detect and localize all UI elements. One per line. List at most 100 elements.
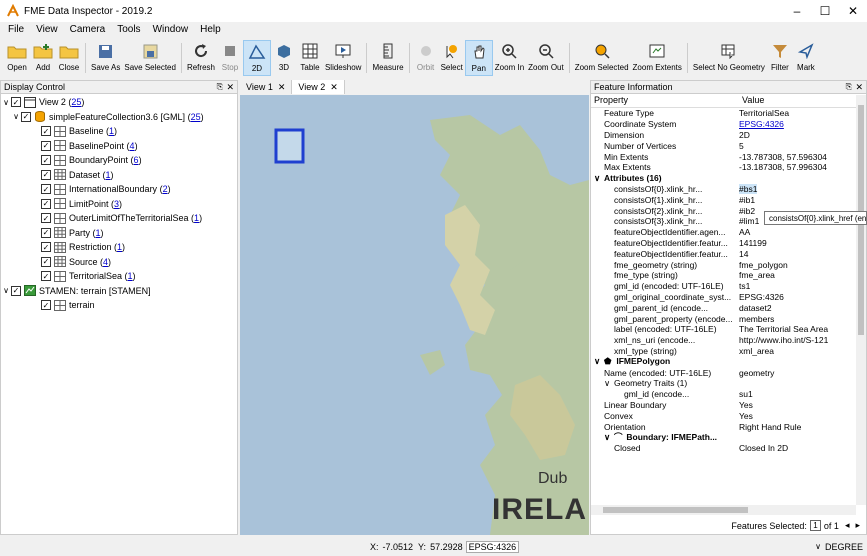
zoom-selected-button[interactable]: Zoom Selected bbox=[573, 40, 631, 76]
collection-count[interactable]: 25 bbox=[191, 112, 201, 122]
feature-property-row[interactable]: Number of Vertices 5 bbox=[591, 140, 856, 151]
menu-file[interactable]: File bbox=[8, 24, 24, 38]
feature-property-row[interactable]: label (encoded: UTF-16LE) The Territorial… bbox=[591, 324, 856, 335]
feature-property-row[interactable]: Convex Yes bbox=[591, 410, 856, 421]
unit-dropdown-icon[interactable]: ∨ bbox=[815, 542, 821, 551]
property-value[interactable]: EPSG:4326 bbox=[739, 119, 784, 129]
feature-property-row[interactable]: gml_parent_id (encode... dataset2 bbox=[591, 302, 856, 313]
pan-button[interactable]: Pan bbox=[464, 40, 493, 76]
menu-window[interactable]: Window bbox=[153, 24, 189, 38]
crs-field[interactable]: EPSG:4326 bbox=[465, 540, 520, 553]
page-input[interactable]: 1 bbox=[809, 520, 821, 531]
layer-item[interactable]: ✓ LimitPoint (3) bbox=[1, 197, 237, 212]
tab-view-1[interactable]: View 1 ✕ bbox=[240, 80, 293, 94]
refresh-button[interactable]: Refresh bbox=[185, 40, 217, 76]
layer-item[interactable]: ✓ Dataset (1) bbox=[1, 168, 237, 183]
select-no-geometry-button[interactable]: Select No Geometry bbox=[691, 40, 767, 76]
feature-property-row[interactable]: Name (encoded: UTF-16LE) geometry bbox=[591, 367, 856, 378]
expand-chevron-icon[interactable]: ∨ bbox=[1, 286, 11, 295]
feature-property-row[interactable]: gml_id (encoded: UTF-16LE) ts1 bbox=[591, 281, 856, 292]
measure-button[interactable]: Measure bbox=[370, 40, 405, 76]
tree-view-node[interactable]: ∨ ✓ View 2 (25) bbox=[1, 95, 237, 110]
open-button[interactable]: Open bbox=[4, 40, 30, 76]
close-dataset-button[interactable]: Close bbox=[56, 40, 82, 76]
2d-button[interactable]: 2D bbox=[242, 40, 271, 76]
layer-item[interactable]: ✓ OuterLimitOfTheTerritorialSea (1) bbox=[1, 211, 237, 226]
checkbox[interactable]: ✓ bbox=[11, 285, 21, 296]
feature-property-row[interactable]: xml_ns_uri (encode... http://www.iho.int/… bbox=[591, 335, 856, 346]
pin-icon[interactable]: ⎘ bbox=[217, 82, 223, 92]
checkbox[interactable]: ✓ bbox=[41, 227, 51, 238]
vertical-scrollbar[interactable] bbox=[856, 95, 866, 505]
mark-button[interactable]: Mark bbox=[793, 40, 819, 76]
feature-property-row[interactable]: Orientation Right Hand Rule bbox=[591, 421, 856, 432]
checkbox[interactable]: ✓ bbox=[41, 300, 51, 311]
expand-chevron-icon[interactable]: ∨ bbox=[604, 432, 614, 443]
feature-property-row[interactable]: Feature Type TerritorialSea bbox=[591, 108, 856, 119]
maximize-button[interactable]: ☐ bbox=[811, 0, 839, 22]
feature-property-row[interactable]: fme_type (string) fme_area bbox=[591, 270, 856, 281]
feature-property-row[interactable]: consistsOf{0}.xlink_hr... #bs1 bbox=[591, 183, 856, 195]
checkbox[interactable]: ✓ bbox=[41, 198, 51, 209]
zoom-out-button[interactable]: Zoom Out bbox=[526, 40, 566, 76]
close-tab-icon[interactable]: ✕ bbox=[330, 82, 338, 93]
tree-terrain-node[interactable]: ✓ terrain bbox=[1, 298, 237, 313]
expand-chevron-icon[interactable]: ∨ bbox=[604, 378, 614, 389]
zoom-in-button[interactable]: Zoom In bbox=[493, 40, 526, 76]
tab-view-2[interactable]: View 2 ✕ bbox=[292, 80, 345, 94]
feature-property-row[interactable]: Min Extents -13.787308, 57.596304 bbox=[591, 151, 856, 162]
layer-item[interactable]: ✓ Party (1) bbox=[1, 226, 237, 241]
checkbox[interactable]: ✓ bbox=[41, 155, 51, 166]
layer-item[interactable]: ✓ InternationalBoundary (2) bbox=[1, 182, 237, 197]
feature-property-row[interactable]: Coordinate System EPSG:4326 bbox=[591, 119, 856, 130]
view-count[interactable]: 25 bbox=[71, 97, 81, 107]
checkbox[interactable]: ✓ bbox=[41, 256, 51, 267]
orbit-button[interactable]: Orbit bbox=[413, 40, 439, 76]
feature-property-row[interactable]: featureObjectIdentifier.agen... AA bbox=[591, 227, 856, 238]
3d-button[interactable]: 3D bbox=[271, 40, 297, 76]
checkbox[interactable]: ✓ bbox=[41, 140, 51, 151]
feature-property-row[interactable]: fme_geometry (string) fme_polygon bbox=[591, 259, 856, 270]
checkbox[interactable]: ✓ bbox=[41, 184, 51, 195]
feature-property-row[interactable]: featureObjectIdentifier.featur... 14 bbox=[591, 248, 856, 259]
feature-property-row[interactable]: featureObjectIdentifier.featur... 141199 bbox=[591, 238, 856, 249]
tree-basemap-node[interactable]: ∨ ✓ STAMEN: terrain [STAMEN] bbox=[1, 284, 237, 299]
feature-property-row[interactable]: xml_type (string) xml_area bbox=[591, 346, 856, 357]
feature-property-row[interactable]: consistsOf{1}.xlink_hr... #ib1 bbox=[591, 194, 856, 205]
close-panel-icon[interactable]: ✕ bbox=[226, 82, 234, 93]
feature-property-row[interactable]: gml_id (encode... su1 bbox=[591, 389, 856, 400]
value-column-header[interactable]: Value bbox=[739, 95, 854, 107]
layer-item[interactable]: ✓ Source (4) bbox=[1, 255, 237, 270]
layer-item[interactable]: ✓ Restriction (1) bbox=[1, 240, 237, 255]
expand-chevron-icon[interactable]: ∨ bbox=[11, 112, 21, 121]
feature-property-row[interactable]: ∨ Attributes (16) bbox=[591, 173, 856, 184]
feature-property-row[interactable]: Closed Closed In 2D bbox=[591, 443, 856, 454]
checkbox[interactable]: ✓ bbox=[41, 126, 51, 137]
add-button[interactable]: Add bbox=[30, 40, 56, 76]
checkbox[interactable]: ✓ bbox=[11, 97, 21, 108]
expand-chevron-icon[interactable]: ∨ bbox=[594, 356, 604, 367]
layer-item[interactable]: ✓ BoundaryPoint (6) bbox=[1, 153, 237, 168]
close-panel-icon[interactable]: ✕ bbox=[855, 82, 863, 93]
pin-icon[interactable]: ⎘ bbox=[846, 82, 852, 92]
prev-page-icon[interactable]: ◂ bbox=[845, 520, 850, 531]
select-button[interactable]: Select bbox=[439, 40, 465, 76]
feature-property-row[interactable]: gml_parent_property (encode... members bbox=[591, 313, 856, 324]
feature-property-row[interactable]: Linear Boundary Yes bbox=[591, 400, 856, 411]
save-selected-button[interactable]: Save Selected bbox=[122, 40, 178, 76]
checkbox[interactable]: ✓ bbox=[41, 213, 51, 224]
filter-button[interactable]: Filter bbox=[767, 40, 793, 76]
property-column-header[interactable]: Property bbox=[591, 95, 739, 107]
stop-button[interactable]: Stop bbox=[217, 40, 243, 76]
unit-label[interactable]: DEGREE bbox=[825, 542, 863, 552]
checkbox[interactable]: ✓ bbox=[41, 169, 51, 180]
feature-property-row[interactable]: gml_original_coordinate_syst... EPSG:4326 bbox=[591, 292, 856, 303]
checkbox[interactable]: ✓ bbox=[21, 111, 31, 122]
layer-item[interactable]: ✓ Baseline (1) bbox=[1, 124, 237, 139]
checkbox[interactable]: ✓ bbox=[41, 242, 51, 253]
slideshow-button[interactable]: Slideshow bbox=[323, 40, 363, 76]
feature-property-row[interactable]: Dimension 2D bbox=[591, 130, 856, 141]
save-as-button[interactable]: Save As bbox=[89, 40, 122, 76]
menu-help[interactable]: Help bbox=[200, 24, 221, 38]
zoom-extents-button[interactable]: Zoom Extents bbox=[631, 40, 684, 76]
